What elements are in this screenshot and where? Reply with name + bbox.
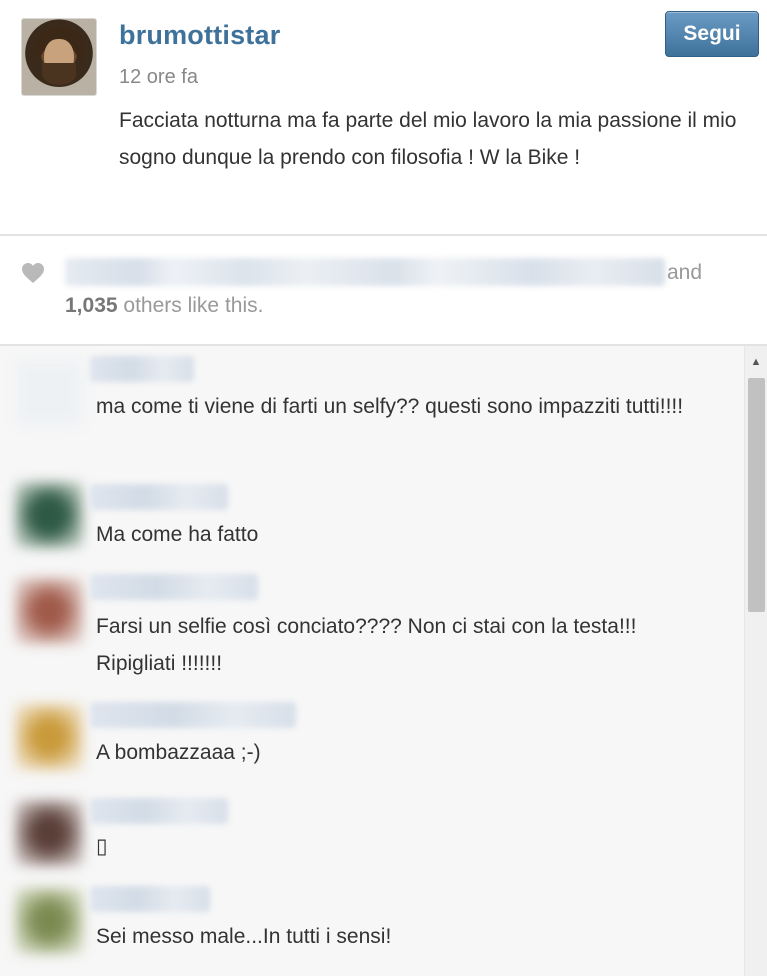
post-caption: Facciata notturna ma fa parte del mio la…: [119, 109, 737, 169]
likes-suffix: others like this.: [117, 294, 264, 317]
scrollbar-thumb[interactable]: [748, 378, 765, 612]
comment-avatar[interactable]: [15, 888, 83, 954]
comment-avatar[interactable]: [15, 482, 83, 548]
comment-avatar[interactable]: [15, 578, 83, 644]
comment-text: ▯: [96, 835, 108, 858]
likes-section: [0, 236, 767, 344]
comment-text: ma come ti viene di farti un selfy?? que…: [96, 395, 684, 418]
comments-list: ma come ti viene di farti un selfy?? que…: [0, 346, 744, 976]
comment-username-redacted[interactable]: [90, 574, 258, 600]
post-username[interactable]: brumottistar: [119, 20, 280, 51]
comment-text: Ma come ha fatto: [96, 523, 259, 546]
comment-text: A bombazzaaa ;-): [96, 741, 261, 764]
comment-avatar[interactable]: [15, 800, 83, 866]
comment-text: Sei messo male...In tutti i sensi!: [96, 925, 392, 948]
liker-names-redacted: [65, 258, 665, 286]
comment-username-redacted[interactable]: [90, 798, 228, 824]
scroll-up-arrow-icon[interactable]: ▲: [745, 350, 767, 374]
comment-avatar[interactable]: [15, 704, 83, 770]
post-timestamp: 12 ore fa: [119, 66, 198, 88]
follow-button[interactable]: Segui: [665, 11, 759, 57]
post-header: brumottistar 12 ore fa Facciata notturna…: [0, 0, 767, 234]
comment-username-redacted[interactable]: [90, 886, 210, 912]
comment-text: Farsi un selfie così conciato???? Non ci…: [96, 615, 637, 675]
user-avatar[interactable]: [21, 18, 97, 96]
likes-count[interactable]: 1,035: [65, 294, 118, 317]
likes-and-text: and: [667, 261, 703, 284]
comments-scrollbar[interactable]: ▲: [744, 346, 767, 976]
likes-count-line: 1,035 others like this.: [65, 294, 263, 318]
heart-icon[interactable]: [21, 262, 45, 284]
comment-username-redacted[interactable]: [90, 356, 194, 382]
comment-username-redacted[interactable]: [90, 484, 228, 510]
comment-avatar[interactable]: [15, 360, 83, 426]
comment-username-redacted[interactable]: [90, 702, 296, 728]
